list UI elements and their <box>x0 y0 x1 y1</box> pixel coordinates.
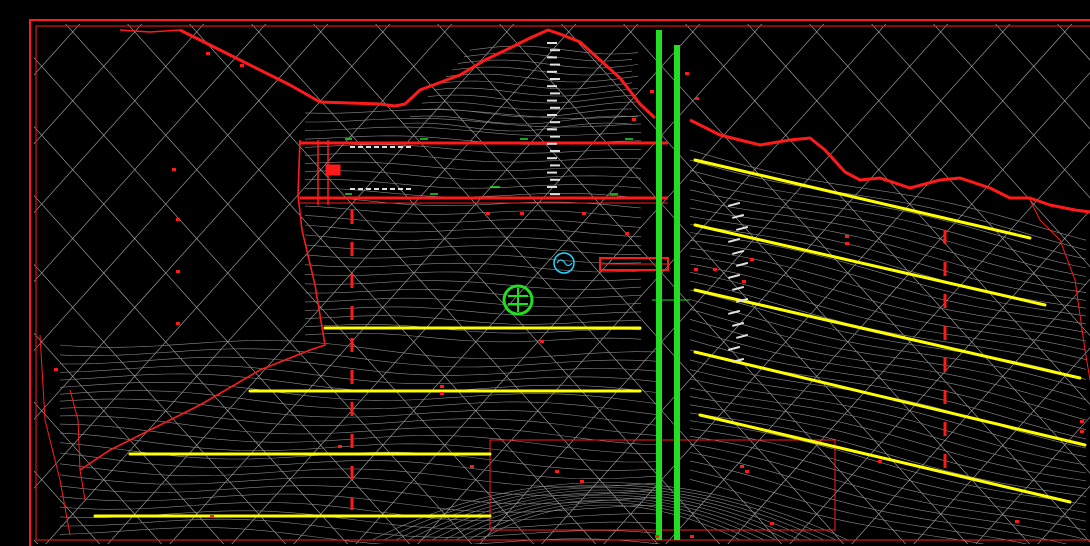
annotation-mark <box>713 268 717 271</box>
annotation-mark <box>172 168 176 171</box>
annotation-mark <box>176 270 180 273</box>
annotation-mark <box>690 535 694 538</box>
station-label-mark <box>547 56 557 59</box>
station-label-mark <box>547 186 557 188</box>
annotation-mark <box>1015 520 1019 523</box>
annotation-mark <box>694 268 698 271</box>
station-label-mark <box>547 99 557 102</box>
annotation-mark <box>685 72 689 75</box>
station-label-mark <box>550 178 560 181</box>
annotation-mark <box>240 64 244 67</box>
annotation-mark <box>440 392 444 395</box>
annotation-mark <box>210 515 214 518</box>
drawing-background <box>0 0 1090 546</box>
annotation-mark <box>470 465 474 468</box>
station-label-mark <box>382 188 387 190</box>
annotation-mark <box>878 460 882 463</box>
station-label-mark <box>550 135 560 138</box>
station-label-mark <box>382 146 387 148</box>
station-label-mark <box>390 188 395 190</box>
annotation-mark <box>745 470 749 473</box>
station-label-mark <box>550 106 560 109</box>
station-label-mark <box>358 188 363 190</box>
station-label-mark <box>358 146 363 148</box>
station-label-mark <box>550 92 560 95</box>
annotation-mark <box>695 97 699 100</box>
annotation-mark <box>1080 420 1084 423</box>
station-label-mark <box>547 114 557 116</box>
station-label-mark <box>550 63 560 66</box>
station-label-mark <box>550 78 560 80</box>
station-label-mark <box>547 157 557 160</box>
annotation-mark <box>845 242 849 245</box>
station-label-mark <box>374 188 379 190</box>
annotation-mark <box>520 212 524 215</box>
annotation-mark <box>486 212 490 215</box>
annotation-mark <box>750 258 754 261</box>
annotation-mark <box>54 368 58 371</box>
station-label-mark <box>366 146 371 148</box>
station-label-mark <box>547 128 557 131</box>
station-label-mark <box>406 146 411 148</box>
annotation-mark <box>582 212 586 215</box>
annotation-mark <box>176 322 180 325</box>
station-label-mark <box>550 150 560 152</box>
station-label-mark <box>550 121 560 124</box>
station-label-mark <box>547 85 557 88</box>
annotation-mark <box>655 535 659 538</box>
annotation-mark <box>540 340 544 343</box>
annotation-mark <box>1080 430 1084 433</box>
annotation-mark <box>580 480 584 483</box>
annotation-mark <box>338 445 342 448</box>
station-label-mark <box>390 146 395 148</box>
station-label-mark <box>374 146 379 148</box>
annotation-mark <box>845 235 849 238</box>
cad-viewport[interactable] <box>0 0 1090 546</box>
station-label-mark <box>350 146 355 148</box>
cad-drawing[interactable] <box>0 0 1090 546</box>
station-label-mark <box>398 146 403 148</box>
annotation-mark <box>632 118 636 121</box>
annotation-mark <box>770 522 774 525</box>
station-label-mark <box>550 49 560 52</box>
annotation-mark <box>650 90 654 93</box>
station-label-mark <box>547 171 557 174</box>
station-label-mark <box>547 70 557 73</box>
station-label-mark <box>547 42 557 44</box>
station-label-mark <box>547 142 557 145</box>
annotation-mark <box>176 218 180 221</box>
annotation-mark <box>555 470 559 473</box>
annotation-mark <box>742 280 746 283</box>
station-label-mark <box>350 188 355 190</box>
station-label-mark <box>366 188 371 190</box>
annotation-mark <box>440 385 444 388</box>
station-label-mark <box>550 193 560 196</box>
annotation-mark <box>740 465 744 468</box>
station-label-mark <box>406 188 411 190</box>
annotation-mark <box>625 232 629 235</box>
station-label-mark <box>550 164 560 167</box>
annotation-mark <box>206 52 210 55</box>
station-label-mark <box>398 188 403 190</box>
